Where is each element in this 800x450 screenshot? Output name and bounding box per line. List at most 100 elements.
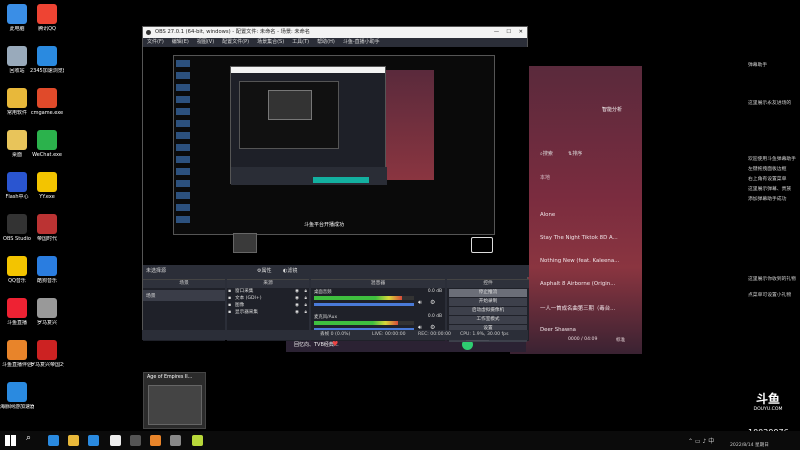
taskbar-app-icon[interactable] [170, 435, 181, 446]
start-button[interactable] [5, 435, 16, 446]
desktop-icon[interactable]: Flash中心 [0, 172, 34, 200]
desktop-icon[interactable]: 2345加速浏览器 [30, 46, 64, 74]
music-player-window[interactable]: 智能分析 ⌕搜索 ⇅排序 本地 Alone Stay The Night Tikt… [510, 66, 642, 354]
assistant-line: 欢迎使用斗鱼弹幕助手 [748, 157, 796, 162]
douyu-logo-small [471, 237, 493, 253]
taskbar-app-icon[interactable] [110, 435, 121, 446]
lock-icon[interactable]: 🔒︎ [305, 302, 307, 309]
desktop-icon-label: 酷狗音乐 [36, 278, 57, 284]
track-db: 0.0 dB [427, 314, 442, 319]
search-icon[interactable]: ⌕ [26, 433, 31, 443]
source-label: 窗口采集 [235, 289, 254, 294]
nested-screen-4 [268, 90, 312, 120]
rec-time: REC: 00:00:00 [418, 332, 451, 337]
menu-item[interactable]: 视图(V) [197, 38, 214, 47]
menu-item[interactable]: 配置文件(P) [222, 38, 249, 47]
source-item[interactable]: ▪ 图像 ◉ 🔒︎ [227, 302, 309, 309]
source-type-icon: ▪ [228, 310, 232, 315]
app-icon [7, 382, 27, 402]
desktop-icon[interactable]: 酷狗音乐 [30, 256, 64, 284]
filters-button[interactable]: ◐滤镜 [283, 265, 297, 277]
app-icon [7, 256, 27, 276]
desktop-icon[interactable]: 海豚网游加速器5.0 [0, 382, 34, 410]
song-item[interactable]: Deer Shawna [540, 327, 576, 333]
desktop-icon[interactable]: 常用软件 [0, 88, 34, 116]
menu-item[interactable]: 斗鱼-直播小助手 [343, 38, 380, 47]
desktop-icon[interactable]: 罗马复兴 [30, 298, 64, 326]
source-item[interactable]: ▪ 窗口采集 ◉ 🔒︎ [227, 288, 309, 295]
taskbar-app-icon[interactable] [150, 435, 161, 446]
taskbar-app-icon[interactable] [192, 435, 203, 446]
desktop-icon-label: 回收站 [9, 68, 25, 74]
menu-item[interactable]: 编辑(E) [172, 38, 189, 47]
speaker-icon[interactable]: 🔊︎ [418, 299, 422, 307]
song-item[interactable]: Asphalt 8 Airborne (Origin... [540, 281, 615, 287]
control-button[interactable]: 停止推流 [449, 289, 527, 297]
quality-badge[interactable]: 标准 [616, 337, 625, 343]
properties-button[interactable]: ⚙属性 [257, 265, 272, 277]
menu-item[interactable]: 工具(T) [292, 38, 309, 47]
minimize-button[interactable]: — [494, 27, 499, 38]
scene-item[interactable]: 场景 [143, 290, 225, 301]
play-time: 0000 / 04:09 [568, 337, 598, 342]
menu-item[interactable]: 场景集合(S) [257, 38, 284, 47]
track-db: 0.0 dB [427, 289, 442, 294]
music-sort-button[interactable]: ⇅排序 [568, 150, 582, 157]
nested-screen-1: 斗鱼平台开播成功 [173, 55, 495, 235]
source-type-icon: ▪ [228, 296, 232, 301]
desktop-icon-label: 帝国时代 [36, 236, 57, 242]
desktop-icon-label: 海豚网游加速器5.0 [0, 404, 34, 410]
no-source-label: 未选择源 [146, 268, 167, 274]
desktop-icon-label: OBS Studio [3, 236, 31, 242]
menu-item[interactable]: 帮助(H) [317, 38, 335, 47]
music-search-button[interactable]: ⌕搜索 [540, 150, 553, 157]
taskbar-thumbnail[interactable]: Age of Empires II... [143, 372, 206, 429]
eye-icon[interactable]: ◉ [295, 295, 299, 302]
source-item[interactable]: ▪ 文本 (GDI+) ◉ 🔒︎ [227, 295, 309, 302]
desktop-icon[interactable]: 斗鱼直播 [0, 298, 34, 326]
maximize-button[interactable]: ☐ [506, 27, 511, 38]
obs-window[interactable]: OBS 27.0.1 (64-bit, windows) - 配置文件: 未命名… [142, 26, 529, 342]
eye-icon[interactable]: ◉ [295, 288, 299, 295]
source-type-icon: ▪ [228, 289, 232, 294]
close-button[interactable]: ✕ [519, 27, 523, 38]
desktop-icon[interactable]: 此电脑 [0, 4, 34, 32]
app-icon [37, 340, 57, 360]
lock-icon[interactable]: 🔒︎ [305, 295, 307, 302]
desktop-icon[interactable]: 斗鱼直播伴侣 [0, 340, 34, 368]
obs-preview[interactable]: 斗鱼平台开播成功 [143, 47, 529, 265]
heart-icon[interactable]: ♥ [332, 340, 338, 348]
desktop-icon-label: QQ音乐 [8, 278, 26, 284]
desktop-icon[interactable]: QQ音乐 [0, 256, 34, 284]
menu-item[interactable]: 文件(F) [147, 38, 164, 47]
song-item[interactable]: Alone [540, 212, 555, 218]
source-item[interactable]: ▪ 显示器采集 ◉ 🔒︎ [227, 309, 309, 316]
obs-menubar: 文件(F) 编辑(E) 视图(V) 配置文件(P) 场景集合(S) 工具(T) 帮助(H) 斗… [143, 38, 527, 47]
song-item[interactable]: Nothing New (feat. Kaleena... [540, 258, 619, 264]
taskbar-app-icon[interactable] [68, 435, 79, 446]
eye-icon[interactable]: ◉ [295, 302, 299, 309]
control-button[interactable]: 工作室模式 [449, 316, 527, 324]
lock-icon[interactable]: 🔒︎ [305, 288, 307, 295]
song-item[interactable]: Stay The Night Tiktok 8D A... [540, 235, 618, 241]
desktop-icon[interactable]: WeChat.exe [30, 130, 64, 158]
taskbar-app-icon[interactable] [88, 435, 99, 446]
desktop-icon[interactable]: 罗马复兴帝国2资源 [30, 340, 64, 368]
desktop-icon[interactable]: OBS Studio [0, 214, 34, 242]
song-item[interactable]: 一人一首成名曲第三期（毒台... [540, 304, 615, 312]
control-button[interactable]: 开始录制 [449, 298, 527, 306]
lock-icon[interactable]: 🔒︎ [305, 309, 307, 316]
taskbar-app-icon[interactable] [130, 435, 141, 446]
live-time: LIVE: 00:00:00 [372, 332, 406, 337]
desktop-icon[interactable]: cmgame.exe [30, 88, 64, 116]
desktop-icon[interactable]: 回收站 [0, 46, 34, 74]
gear-icon[interactable]: ⚙ [430, 299, 435, 306]
desktop-icon[interactable]: 桌面 [0, 130, 34, 158]
desktop-icon[interactable]: YY.exe [30, 172, 64, 200]
control-button[interactable]: 启动虚拟摄像机 [449, 307, 527, 315]
eye-icon[interactable]: ◉ [295, 309, 299, 316]
volume-slider[interactable] [314, 303, 414, 306]
taskbar-app-icon[interactable] [48, 435, 59, 446]
desktop-icon[interactable]: 腾讯QQ [30, 4, 64, 32]
desktop-icon[interactable]: 帝国时代 [30, 214, 64, 242]
